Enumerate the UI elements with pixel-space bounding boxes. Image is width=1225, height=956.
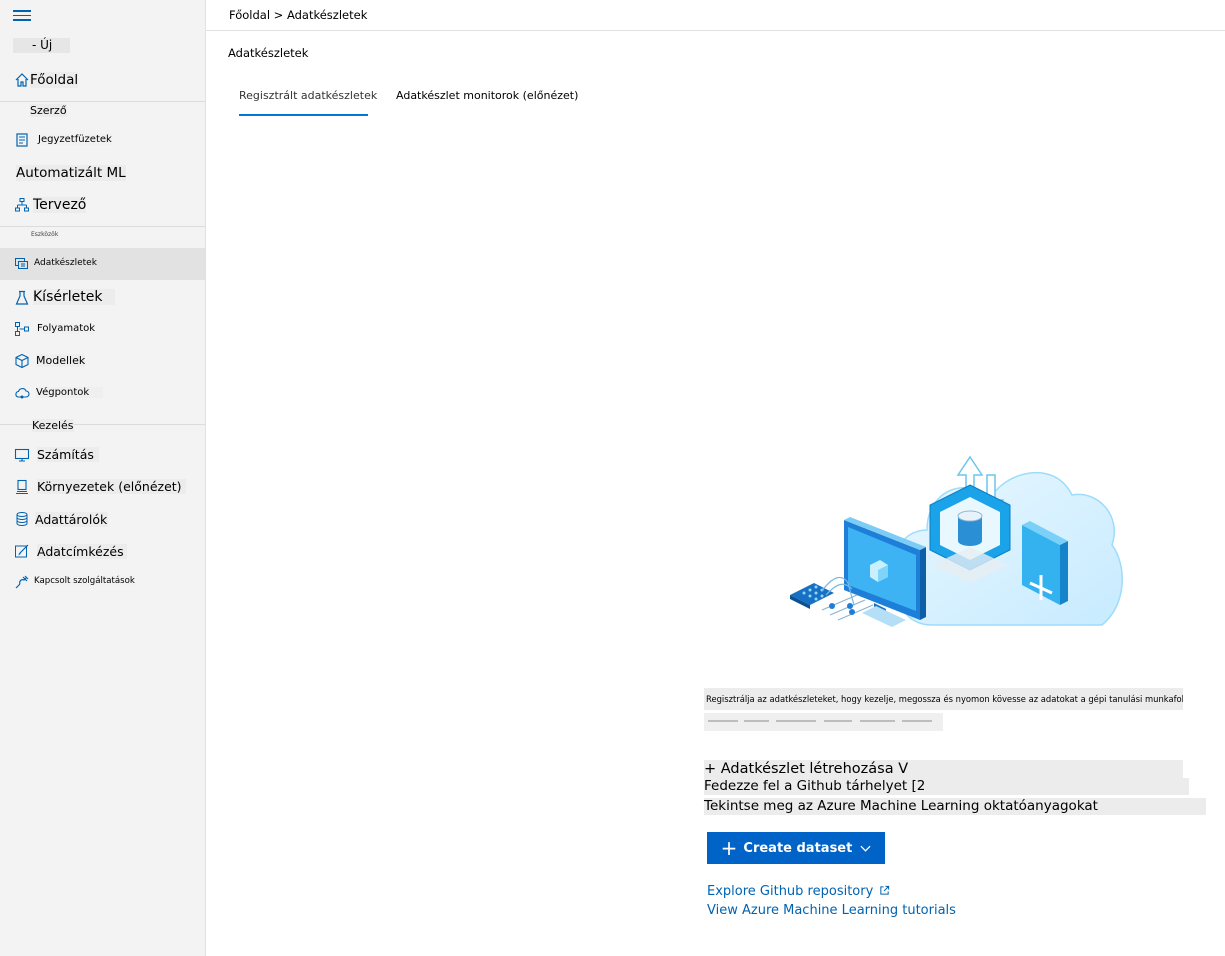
sidebar-item-home[interactable]: Főoldal [0, 68, 205, 92]
external-link-icon [880, 885, 890, 895]
edit-label-icon [14, 543, 30, 559]
sidebar-item-label: Adatkészletek [34, 258, 97, 268]
section-label-manage: Kezelés [32, 419, 74, 432]
sidebar-item-designer[interactable]: Tervező [0, 194, 205, 216]
breadcrumb[interactable]: Főoldal > Adatkészletek [229, 8, 367, 22]
divider [0, 424, 205, 425]
sidebar-item-datasets[interactable]: Adatkészletek [0, 248, 205, 280]
sidebar-item-label: Végpontok [36, 387, 103, 398]
sidebar-item-label: Jegyzetfüzetek [38, 134, 112, 145]
new-button[interactable]: - Új [13, 38, 70, 53]
page-title: Adatkészletek [228, 46, 309, 60]
sidebar-item-data-labeling[interactable]: Adatcímkézés [0, 539, 205, 563]
tab-dataset-monitors[interactable]: Adatkészlet monitorok (előnézet) [396, 89, 578, 102]
hamburger-menu-icon[interactable] [13, 8, 31, 22]
sidebar-item-label: Adattárolók [35, 512, 108, 527]
sidebar-item-label: Számítás [37, 447, 99, 462]
plus-icon: + [720, 836, 738, 860]
flask-icon [14, 290, 30, 306]
tab-registered-datasets[interactable]: Regisztrált adatkészletek [239, 89, 377, 102]
sidebar-item-pipelines[interactable]: Folyamatok [0, 318, 205, 340]
pipeline-icon [14, 321, 30, 337]
notebook-icon [14, 132, 30, 148]
section-label-assets: Eszközök [31, 231, 59, 238]
cube-icon [14, 353, 30, 369]
environment-icon [14, 479, 30, 495]
chevron-down-icon [860, 845, 871, 852]
sidebar-item-label: Főoldal [30, 72, 79, 88]
divider [0, 226, 205, 227]
sidebar-item-experiments[interactable]: Kísérletek [0, 286, 205, 310]
sidebar-item-models[interactable]: Modellek [0, 350, 205, 372]
cloud-endpoint-icon [14, 385, 30, 401]
sidebar-item-label: Kapcsolt szolgáltatások [34, 576, 135, 586]
create-dataset-button[interactable]: + Create dataset [707, 832, 885, 864]
monitor-icon [14, 447, 30, 463]
datasets-illustration [790, 455, 1123, 627]
link-plug-icon [14, 574, 30, 590]
create-dataset-label: Create dataset [743, 840, 853, 856]
sidebar-item-endpoints[interactable]: Végpontok [0, 382, 205, 404]
explore-github-label: Explore Github repository [707, 884, 874, 899]
explore-github-link[interactable]: Explore Github repository [707, 884, 890, 899]
sidebar-item-environments[interactable]: Környezetek (előnézet) [0, 475, 205, 499]
sidebar-item-label: Környezetek (előnézet) [37, 479, 186, 494]
github-link-translated: Fedezze fel a Github tárhelyet [2 [704, 778, 1189, 795]
view-tutorials-link[interactable]: View Azure Machine Learning tutorials [707, 903, 956, 918]
designer-icon [14, 197, 30, 213]
sidebar-item-label: Folyamatok [37, 323, 96, 334]
home-icon [14, 72, 30, 88]
sidebar-item-label: Tervező [33, 197, 87, 213]
sidebar-item-label: Modellek [36, 354, 86, 367]
section-label-author: Szerző [30, 104, 67, 117]
sidebar-item-label: Automatizált ML [16, 165, 126, 181]
description-text: Regisztrálja az adatkészleteket, hogy ke… [704, 688, 1183, 710]
active-tab-indicator [239, 114, 368, 116]
sidebar-item-label: Adatcímkézés [37, 544, 127, 559]
sidebar-item-datastores[interactable]: Adattárolók [0, 507, 205, 531]
create-dataset-translated: + Adatkészlet létrehozása V [704, 760, 1183, 778]
left-nav: - Új Főoldal Szerző Jegyzetfüzetek Autom… [0, 0, 206, 956]
sidebar-item-compute[interactable]: Számítás [0, 443, 205, 467]
faded-text-line [704, 713, 943, 731]
sidebar-item-linked-services[interactable]: Kapcsolt szolgáltatások [0, 571, 205, 593]
database-icon [14, 511, 30, 527]
sidebar-item-label: Kísérletek [33, 289, 115, 305]
sidebar-item-automl[interactable]: Automatizált ML [0, 162, 205, 184]
header-divider [206, 30, 1225, 31]
divider [0, 101, 205, 102]
tutorials-link-translated: Tekintse meg az Azure Machine Learning o… [704, 798, 1206, 815]
sidebar-item-notebooks[interactable]: Jegyzetfüzetek [0, 128, 205, 152]
dataset-icon [14, 256, 30, 272]
